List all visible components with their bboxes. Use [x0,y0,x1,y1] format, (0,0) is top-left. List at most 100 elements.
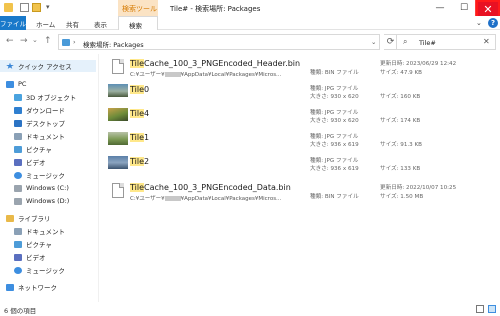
search-icon: ⌕ [403,37,408,46]
ribbon-tabs: ファイル ホーム 共有 表示 検索 ⌄ ? [0,16,500,30]
file-name: Tile2 [130,157,149,166]
new-folder-icon[interactable] [32,3,41,12]
address-path[interactable]: 検索場所: Packages [83,39,144,49]
nav-library[interactable]: ライブラリ [6,212,51,224]
redacted-username [164,196,181,201]
nav-quick-access[interactable]: クイック アクセス [0,60,96,72]
file-size: サイズ: 160 KB [380,94,421,100]
search-query[interactable]: Tile# [419,39,436,47]
nav-music-label: ミュージック [26,172,65,180]
video-icon [14,253,22,261]
clear-search-icon[interactable]: ✕ [483,37,490,46]
tab-file[interactable]: ファイル [0,16,26,30]
file-path: C:¥ユーザー¥ ¥AppData¥Local¥Packages¥Micros..… [130,70,281,78]
list-item[interactable]: Tile0 種類: JPG ファイル 大きさ: 930 x 620 サイズ: 1… [104,82,494,104]
file-name-match: Tile [130,109,145,118]
nav-lib-videos[interactable]: ビデオ [14,251,46,263]
file-name-rest: Cache_100_3_PNGEncoded_Data.bin [144,183,291,192]
nav-documents[interactable]: ドキュメント [14,130,65,142]
file-dimensions: 大きさ: 936 x 619 [310,142,359,148]
3d-objects-icon [14,93,22,101]
list-item[interactable]: TileCache_100_3_PNGEncoded_Header.bin C:… [104,58,494,80]
file-name: Tile1 [130,133,149,142]
tab-home[interactable]: ホーム [36,19,55,29]
forward-arrow-icon[interactable]: → [20,36,28,46]
nav-desktop-label: デスクトップ [26,120,65,128]
file-name: Tile0 [130,85,149,94]
ribbon-expand-icon[interactable]: ⌄ [476,19,482,27]
nav-desktop[interactable]: デスクトップ [14,117,65,129]
nav-pc-label: PC [18,80,27,88]
search-tools-context-tab: 検索ツール [118,0,158,16]
recent-locations-icon[interactable]: ⌄ [32,36,38,44]
file-date: 更新日時: 2022/10/07 10:25 [380,185,457,191]
star-icon [6,62,14,69]
tab-view[interactable]: 表示 [94,19,107,29]
nav-lib-documents[interactable]: ドキュメント [14,225,65,237]
address-bar[interactable]: › 検索場所: Packages ⌄ [58,34,380,50]
nav-lib-pictures[interactable]: ピクチャ [14,238,52,250]
desktop-icon [14,119,22,127]
quick-access-dropdown-icon[interactable]: ▾ [46,3,55,12]
drive-icon [14,197,22,205]
redacted-username [164,72,181,77]
file-size: サイズ: 47.9 KB [380,70,423,76]
window-title: Tile# - 検索場所: Packages [170,5,261,13]
minimize-button[interactable]: — [428,0,452,16]
nav-3d-objects[interactable]: 3D オブジェクト [14,91,76,103]
tab-search[interactable]: 検索 [118,16,158,30]
nav-drive-d[interactable]: Windows (D:) [14,195,69,207]
nav-documents-label: ドキュメント [26,133,65,141]
file-date: 更新日時: 2023/06/29 12:42 [380,61,457,67]
nav-drive-c[interactable]: Windows (C:) [14,182,69,194]
file-name-match: Tile [130,133,145,142]
address-dropdown-icon[interactable]: ⌄ [371,38,376,46]
nav-network-label: ネットワーク [18,284,57,292]
image-thumbnail [108,132,128,145]
nav-videos[interactable]: ビデオ [14,156,46,168]
search-folder-icon [62,39,70,46]
file-type: 種類: JPG ファイル [310,110,359,116]
list-item[interactable]: TileCache_100_3_PNGEncoded_Data.bin C:¥ユ… [104,182,494,204]
nav-videos-label: ビデオ [26,159,46,167]
nav-pictures[interactable]: ピクチャ [14,143,52,155]
drive-icon [14,184,22,192]
file-path-suffix: ¥AppData¥Local¥Packages¥Micros... [180,196,282,202]
path-chevron-icon[interactable]: › [73,38,76,46]
download-icon [14,106,22,114]
help-icon[interactable]: ? [488,18,498,28]
file-path: C:¥ユーザー¥ ¥AppData¥Local¥Packages¥Micros..… [130,194,281,202]
up-arrow-icon[interactable]: ↑ [44,36,52,46]
details-view-icon[interactable] [476,305,484,313]
properties-icon[interactable] [20,3,29,12]
nav-network[interactable]: ネットワーク [6,281,57,293]
search-input[interactable]: ⌕ Tile# ✕ [396,34,496,50]
file-dimensions: 大きさ: 930 x 620 [310,94,359,100]
network-icon [6,283,14,291]
pc-icon [6,80,14,88]
address-row: ← → ⌄ ↑ › 検索場所: Packages ⌄ ⟳ ⌕ Tile# ✕ [0,31,500,53]
file-name-rest: 0 [144,85,150,94]
list-item[interactable]: Tile4 種類: JPG ファイル 大きさ: 930 x 620 サイズ: 1… [104,106,494,128]
file-size: サイズ: 1.50 MB [380,194,424,200]
file-name: TileCache_100_3_PNGEncoded_Data.bin [130,183,291,192]
title-bar: ▾ 検索ツール Tile# - 検索場所: Packages — ☐ ✕ [0,0,500,19]
file-icon [112,59,124,74]
file-name-rest: Cache_100_3_PNGEncoded_Header.bin [144,59,301,68]
list-item[interactable]: Tile2 種類: JPG ファイル 大きさ: 936 x 619 サイズ: 1… [104,154,494,176]
back-arrow-icon[interactable]: ← [6,36,14,46]
nav-pc[interactable]: PC [6,78,26,90]
tab-share[interactable]: 共有 [66,19,79,29]
nav-lib-music[interactable]: ミュージック [14,264,65,276]
nav-lib-videos-label: ビデオ [26,254,46,262]
content-view-icon[interactable] [488,305,496,313]
list-item[interactable]: Tile1 種類: JPG ファイル 大きさ: 936 x 619 サイズ: 9… [104,130,494,152]
file-type: 種類: BIN ファイル [310,70,359,76]
file-name: TileCache_100_3_PNGEncoded_Header.bin [130,59,300,68]
nav-downloads[interactable]: ダウンロード [14,104,65,116]
nav-downloads-label: ダウンロード [26,107,65,115]
image-thumbnail [108,108,128,121]
maximize-button[interactable]: ☐ [452,0,476,16]
tab-search-label: 検索 [129,22,142,30]
nav-music[interactable]: ミュージック [14,169,65,181]
